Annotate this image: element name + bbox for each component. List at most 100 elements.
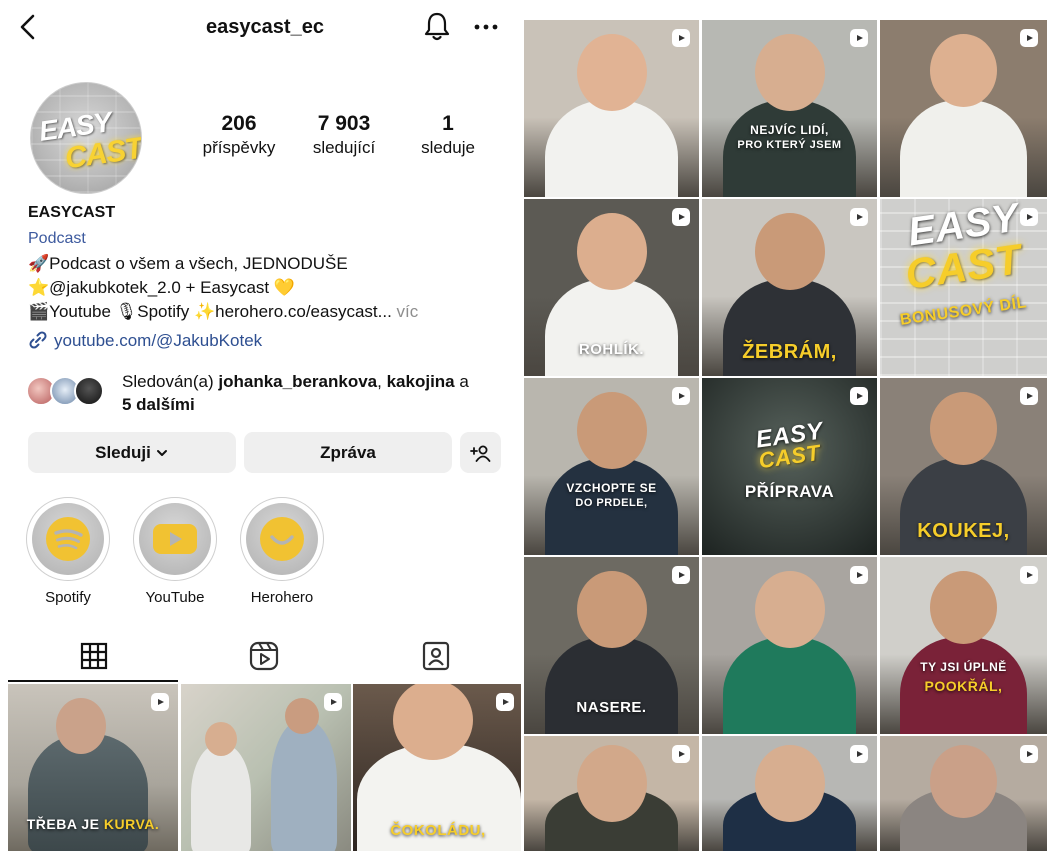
reels-tab-icon[interactable]: [248, 640, 280, 672]
highlight-herohero-ring: [240, 497, 324, 581]
youtube-icon: [153, 524, 197, 554]
reel-icon: [672, 566, 690, 584]
chevron-down-icon: [156, 449, 167, 456]
profile-link[interactable]: youtube.com/@JakubKotek: [28, 330, 262, 351]
highlight-herohero-bg: [246, 503, 318, 575]
more-options-icon[interactable]: [474, 20, 498, 34]
stat-following[interactable]: 1 sleduje: [410, 112, 486, 158]
reel-icon: [1020, 566, 1038, 584]
post-thumbnail[interactable]: [181, 684, 351, 851]
reel-thumbnail[interactable]: [524, 20, 699, 197]
reel-icon: [496, 693, 514, 711]
post-thumbnail[interactable]: TŘEBA JE KURVA.: [8, 684, 178, 851]
followed-by-others[interactable]: 5 dalšími: [122, 395, 195, 414]
reel-icon: [850, 566, 868, 584]
profile-avatar[interactable]: EASY CAST: [30, 82, 142, 194]
thumb-head: [755, 213, 825, 290]
thumb-person: [545, 637, 678, 734]
profile-display-name: EASYCAST: [28, 204, 116, 221]
followed-by-text: Sledován(a) johanka_berankova, kakojina …: [122, 370, 502, 416]
post-thumbnail[interactable]: ČOKOLÁDU,: [353, 684, 521, 851]
reel-thumbnail[interactable]: KOUKEJ,: [880, 378, 1047, 555]
thumb-caption: VZCHOPTE SE: [566, 481, 657, 495]
reel-thumbnail[interactable]: ROHLÍK.: [524, 199, 699, 376]
stat-following-label: sleduje: [421, 138, 475, 157]
bio-line-3-text: 🎬Youtube 🎙Spotify ✨herohero.co/easycast.…: [28, 302, 392, 321]
thumb-person: [545, 100, 678, 197]
highlight-herohero[interactable]: Herohero: [240, 497, 324, 606]
reel-thumbnail[interactable]: [524, 736, 699, 851]
highlight-spotify-ring: [26, 497, 110, 581]
thumb-head: [930, 745, 997, 818]
thumb-person: [900, 100, 1027, 197]
message-button[interactable]: Zpráva: [244, 432, 452, 473]
highlight-herohero-label: Herohero: [250, 589, 314, 606]
bio-line-2: ⭐@jakubkotek_2.0 + Easycast 💛: [28, 278, 296, 297]
thumb-head: [577, 34, 647, 111]
thumb-person: [191, 744, 251, 851]
reel-icon: [1020, 387, 1038, 405]
thumb-head: [930, 34, 997, 107]
thumb-head: [285, 698, 319, 734]
highlight-spotify[interactable]: Spotify: [26, 497, 110, 606]
reel-thumbnail[interactable]: [702, 557, 877, 734]
thumb-head: [577, 213, 647, 290]
reel-thumbnail[interactable]: VZCHOPTE SE DO PRDELE,: [524, 378, 699, 555]
stat-posts-value: 206: [221, 112, 257, 135]
reel-thumbnail[interactable]: EASY CAST BONUSOVÝ DÍL: [880, 199, 1047, 376]
reels-grid: NEJVÍC LIDÍ, PRO KTERÝ JSEM ROHLÍK. ŽEBRÁM,…: [521, 0, 1047, 851]
add-person-icon: [469, 445, 490, 462]
reel-icon: [850, 387, 868, 405]
grid-tab-icon[interactable]: [78, 640, 110, 672]
reel-thumbnail[interactable]: [880, 736, 1047, 851]
profile-tabs: [0, 630, 521, 682]
thumb-head: [755, 745, 825, 822]
reel-thumbnail[interactable]: EASY CAST PŘÍPRAVA: [702, 378, 877, 555]
reel-thumbnail[interactable]: NASERE.: [524, 557, 699, 734]
follower-avatar-3: [74, 376, 104, 406]
profile-category: Podcast: [28, 230, 86, 247]
thumb-caption-sub: POOKŘÁL,: [924, 678, 1003, 694]
following-button[interactable]: Sleduji: [28, 432, 236, 473]
stat-following-value: 1: [442, 112, 454, 135]
followed-by-sep: ,: [377, 372, 387, 391]
following-button-label: Sleduji: [95, 442, 151, 462]
reel-icon: [850, 29, 868, 47]
notifications-bell-icon[interactable]: [422, 10, 452, 42]
reel-thumbnail[interactable]: [702, 736, 877, 851]
reel-thumbnail[interactable]: ŽEBRÁM,: [702, 199, 877, 376]
reel-thumbnail[interactable]: TY JSI ÚPLNĚ POOKŘÁL,: [880, 557, 1047, 734]
thumb-caption: ČOKOLÁDU,: [390, 822, 486, 839]
thumb-caption-sub: PRO KTERÝ JSEM: [737, 139, 842, 151]
thumb-head: [930, 392, 997, 465]
followed-by-user-2[interactable]: kakojina: [387, 372, 455, 391]
reel-icon: [850, 745, 868, 763]
suggest-users-button[interactable]: [460, 432, 501, 473]
reel-icon: [672, 745, 690, 763]
reel-thumbnail[interactable]: NEJVÍC LIDÍ, PRO KTERÝ JSEM: [702, 20, 877, 197]
thumb-head: [205, 722, 237, 756]
tagged-tab-icon[interactable]: [420, 640, 452, 672]
active-tab-indicator: [8, 680, 178, 682]
stat-posts[interactable]: 206 příspěvky: [196, 112, 282, 158]
thumb-caption-white: TŘEBA JE: [26, 816, 104, 832]
instagram-profile-screen: easycast_ec EASY CAST 206 příspěvky 7 90…: [0, 0, 1047, 851]
thumb-caption: NASERE.: [576, 699, 647, 716]
thumb-head: [930, 571, 997, 644]
reel-thumbnail[interactable]: [880, 20, 1047, 197]
profile-link-text: youtube.com/@JakubKotek: [54, 331, 263, 350]
link-icon: [29, 331, 47, 349]
reel-icon: [151, 693, 169, 711]
stat-followers[interactable]: 7 903 sledující: [302, 112, 386, 158]
followed-by-user-1[interactable]: johanka_berankova: [218, 372, 377, 391]
thumb-head: [577, 745, 647, 822]
highlight-youtube[interactable]: YouTube: [133, 497, 217, 606]
thumb-caption: ROHLÍK.: [578, 341, 645, 358]
followed-by-row[interactable]: Sledován(a) johanka_berankova, kakojina …: [26, 370, 506, 416]
bio-more-link[interactable]: víc: [392, 302, 419, 321]
thumb-person: [271, 720, 337, 851]
thumb-head: [577, 571, 647, 648]
profile-panel: easycast_ec EASY CAST 206 příspěvky 7 90…: [0, 0, 521, 851]
reel-icon: [850, 208, 868, 226]
thumb-caption: KOUKEJ,: [917, 520, 1010, 542]
